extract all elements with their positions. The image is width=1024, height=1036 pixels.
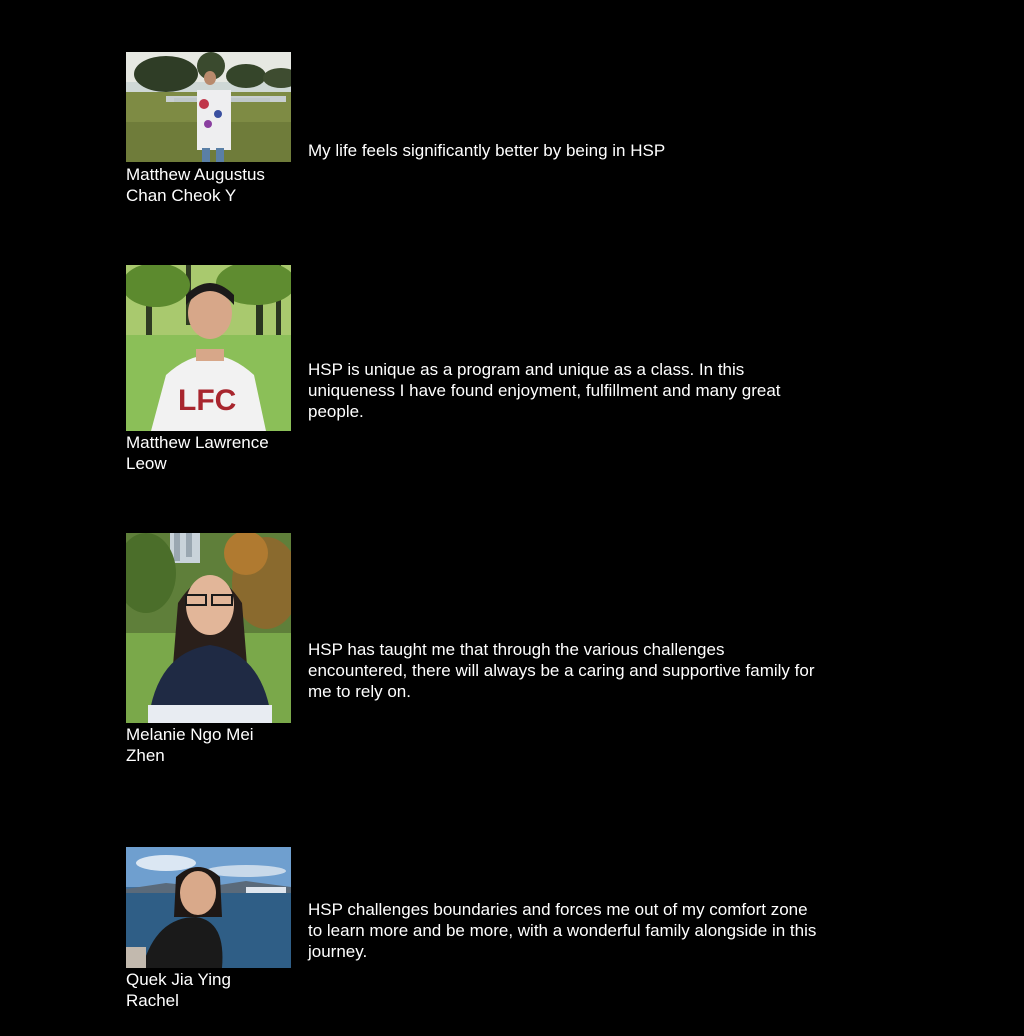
testimonial-quote: HSP is unique as a program and unique as… xyxy=(308,360,781,421)
student-name: Matthew Lawrence Leow xyxy=(126,432,296,474)
student-name-line: Zhen xyxy=(126,746,165,765)
testimonial-card: My life feels significantly better by be… xyxy=(126,52,826,212)
student-photo-image xyxy=(126,847,291,968)
student-photo: LFC xyxy=(126,265,291,431)
student-name-line: Chan Cheok Y xyxy=(126,186,237,205)
testimonial-card: LFC HSP is unique as a program and uniqu… xyxy=(126,265,826,475)
student-name: Matthew Augustus Chan Cheok Y xyxy=(126,164,296,206)
student-photo-image xyxy=(126,533,291,723)
student-photo-image xyxy=(126,52,291,162)
student-name-line: Matthew Augustus xyxy=(126,165,265,184)
student-name-line: Matthew Lawrence xyxy=(126,433,269,452)
student-name-line: Melanie Ngo Mei xyxy=(126,725,254,744)
student-photo-image: LFC xyxy=(126,265,291,431)
testimonial-card: HSP challenges boundaries and forces me … xyxy=(126,847,826,1017)
student-name: Melanie Ngo Mei Zhen xyxy=(126,724,296,766)
student-name-line: Rachel xyxy=(126,991,179,1010)
student-name: Quek Jia Ying Rachel xyxy=(126,969,296,1011)
testimonial-quote: HSP challenges boundaries and forces me … xyxy=(308,900,817,961)
student-photo xyxy=(126,847,291,968)
testimonial-card: HSP has taught me that through the vario… xyxy=(126,533,826,773)
student-photo xyxy=(126,533,291,723)
student-name-line: Quek Jia Ying xyxy=(126,970,231,989)
svg-text:LFC: LFC xyxy=(178,384,236,417)
testimonial-quote: My life feels significantly better by be… xyxy=(308,141,666,160)
student-photo xyxy=(126,52,291,162)
student-name-line: Leow xyxy=(126,454,167,473)
testimonial-quote: HSP has taught me that through the vario… xyxy=(308,640,815,701)
